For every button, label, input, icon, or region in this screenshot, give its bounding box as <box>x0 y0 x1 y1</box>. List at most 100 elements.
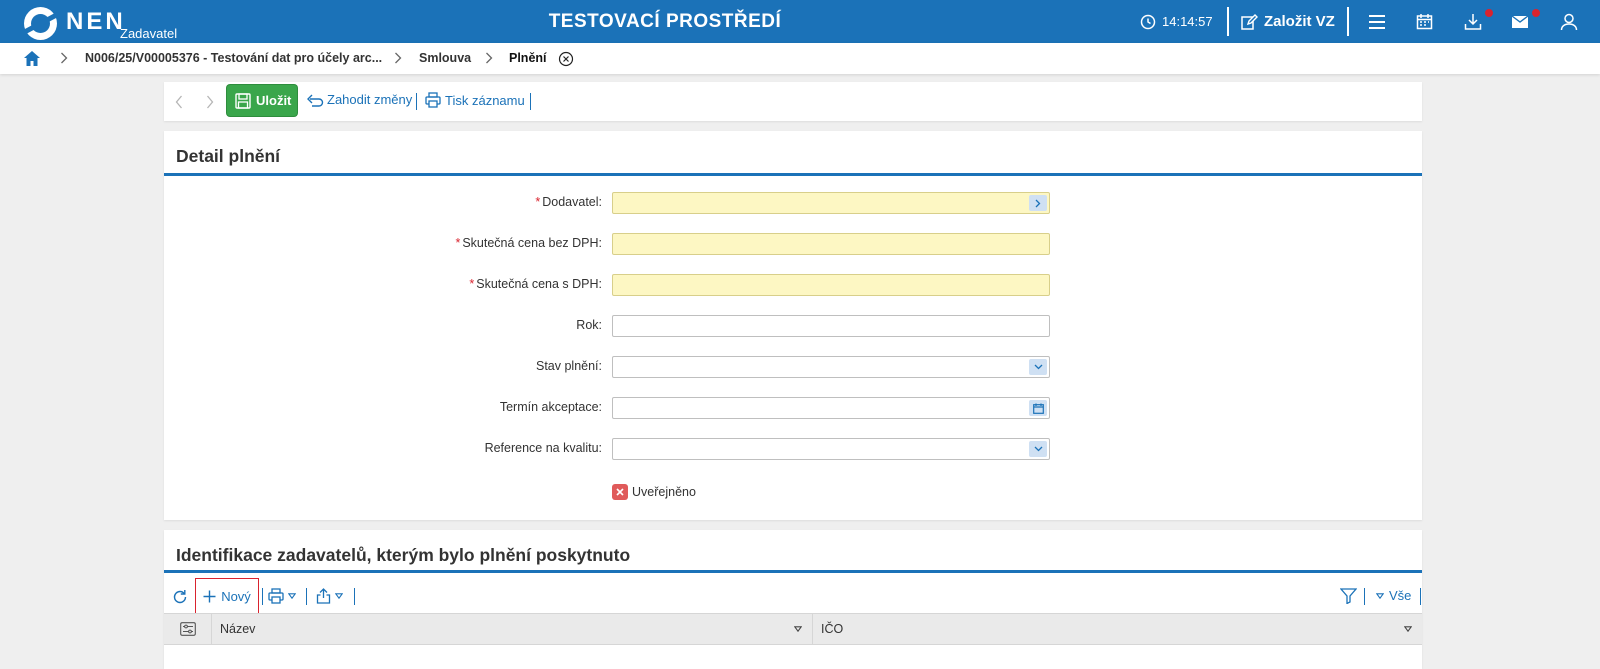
fulfillment-status-label: Stav plnění: <box>535 359 602 373</box>
calendar-icon <box>1416 14 1433 30</box>
divider <box>1347 7 1349 36</box>
save-icon <box>235 92 251 109</box>
print-label: Tisk záznamu <box>445 92 525 108</box>
messages-button[interactable] <box>1511 0 1529 43</box>
quality-reference-dropdown-button[interactable] <box>1029 441 1047 457</box>
divider <box>354 588 355 605</box>
breadcrumb-item-tender[interactable]: N006/25/V00005376 - Testování dat pro úč… <box>85 51 382 65</box>
divider <box>1420 588 1421 605</box>
download-icon <box>1464 13 1482 30</box>
price-with-vat-label: * Skutečná cena s DPH: <box>469 277 602 291</box>
session-clock: 14:14:57 <box>1140 0 1213 43</box>
price-with-vat-row: * Skutečná cena s DPH: <box>164 274 1422 296</box>
save-label: Uložit <box>256 93 292 108</box>
chevron-down-icon <box>1034 364 1042 370</box>
column-menu-icon[interactable] <box>1404 626 1412 632</box>
column-menu-icon[interactable] <box>794 626 802 632</box>
detail-title: Detail plnění <box>176 146 281 166</box>
year-label: Rok: <box>576 318 602 332</box>
user-profile-button[interactable] <box>1560 0 1578 43</box>
print-record-button[interactable]: Tisk záznamu <box>425 92 525 108</box>
acceptance-date-field[interactable] <box>612 397 1050 419</box>
breadcrumb-item-contract[interactable]: Smlouva <box>419 51 471 65</box>
downloads-button[interactable] <box>1464 0 1482 43</box>
supplier-field[interactable] <box>612 192 1050 214</box>
share-icon <box>316 588 331 604</box>
title-rule <box>164 173 1422 176</box>
calendar-icon <box>1032 403 1044 414</box>
acceptance-date-label: Termín akceptace: <box>499 400 602 414</box>
grid-print-menu[interactable] <box>268 588 296 604</box>
dropdown-triangle-icon <box>288 593 296 599</box>
fulfillment-status-row: Stav plnění: <box>164 356 1422 378</box>
column-name-label: Název <box>220 622 256 636</box>
plus-icon <box>203 590 216 602</box>
acceptance-date-row: Termín akceptace: <box>164 397 1422 419</box>
chevron-right-icon <box>486 52 493 64</box>
discard-changes-button[interactable]: Zahodit změny <box>306 92 412 107</box>
user-icon <box>1560 13 1578 30</box>
fulfillment-status-select[interactable] <box>612 356 1050 378</box>
price-without-vat-field[interactable] <box>612 233 1050 255</box>
clock-icon <box>1140 14 1156 29</box>
undo-icon <box>307 94 324 107</box>
identification-title: Identifikace zadavatelů, kterým bylo pln… <box>176 545 631 565</box>
filter-icon[interactable] <box>1340 588 1357 604</box>
chevron-right-icon <box>1035 199 1041 207</box>
column-ico-label: IČO <box>821 622 844 636</box>
year-row: Rok: <box>164 315 1422 337</box>
printer-icon <box>268 588 284 604</box>
hamburger-icon <box>1369 14 1385 29</box>
create-vz-label: Založit VZ <box>1264 13 1335 30</box>
price-without-vat-label: * Skutečná cena bez DPH: <box>455 236 602 250</box>
divider <box>530 93 531 110</box>
close-tab-icon[interactable] <box>558 51 574 67</box>
column-settings-cell <box>164 614 212 644</box>
filter-all-label: Vše <box>1389 588 1412 603</box>
column-settings-icon[interactable] <box>179 622 196 636</box>
quality-reference-row: Reference na kvalitu: <box>164 438 1422 460</box>
create-vz-button[interactable]: Založit VZ <box>1240 0 1335 43</box>
printer-icon <box>425 92 441 108</box>
title-rule <box>164 570 1422 573</box>
divider <box>1227 7 1229 36</box>
new-record-button[interactable]: Nový <box>195 578 259 614</box>
next-record-icon[interactable] <box>206 95 214 109</box>
supplier-select-button[interactable] <box>1029 195 1047 211</box>
new-label: Nový <box>221 588 251 604</box>
price-with-vat-field[interactable] <box>612 274 1050 296</box>
date-picker-button[interactable] <box>1029 400 1047 416</box>
filter-all-menu[interactable]: Vše <box>1376 588 1411 603</box>
discard-label: Zahodit změny <box>327 92 413 107</box>
refresh-icon[interactable] <box>172 589 188 605</box>
downloads-notification-dot <box>1485 9 1493 17</box>
column-header-ico[interactable]: IČO <box>813 614 1422 644</box>
clock-time: 14:14:57 <box>1162 14 1213 29</box>
home-icon[interactable] <box>23 50 41 67</box>
divider <box>262 588 263 605</box>
supplier-row: * Dodavatel: <box>164 192 1422 214</box>
grid-export-menu[interactable] <box>316 588 343 604</box>
edit-icon <box>1241 13 1258 30</box>
fulfillment-status-dropdown-button[interactable] <box>1029 359 1047 375</box>
supplier-label: * Dodavatel: <box>535 195 602 209</box>
year-field[interactable] <box>612 315 1050 337</box>
divider <box>416 93 417 110</box>
published-label: Uveřejněno <box>632 485 696 499</box>
main-menu-button[interactable] <box>1368 0 1386 43</box>
previous-record-icon[interactable] <box>175 95 183 109</box>
top-bar: NEN Zadavatel TESTOVACÍ PROSTŘEDÍ 14:14:… <box>0 0 1600 43</box>
unchecked-x-icon <box>612 484 628 500</box>
quality-reference-select[interactable] <box>612 438 1050 460</box>
calendar-button[interactable] <box>1416 0 1433 43</box>
published-checkbox[interactable]: Uveřejněno <box>612 484 696 500</box>
save-button[interactable]: Uložit <box>227 85 297 116</box>
chevron-right-icon <box>61 52 68 64</box>
column-header-name[interactable]: Název <box>212 614 813 644</box>
environment-title: TESTOVACÍ PROSTŘEDÍ <box>548 11 782 32</box>
breadcrumb: N006/25/V00005376 - Testování dat pro úč… <box>0 43 1600 74</box>
dropdown-triangle-icon <box>1376 592 1384 599</box>
messages-notification-dot <box>1532 9 1540 17</box>
quality-reference-label: Reference na kvalitu: <box>484 441 602 455</box>
dropdown-triangle-icon <box>335 593 343 599</box>
